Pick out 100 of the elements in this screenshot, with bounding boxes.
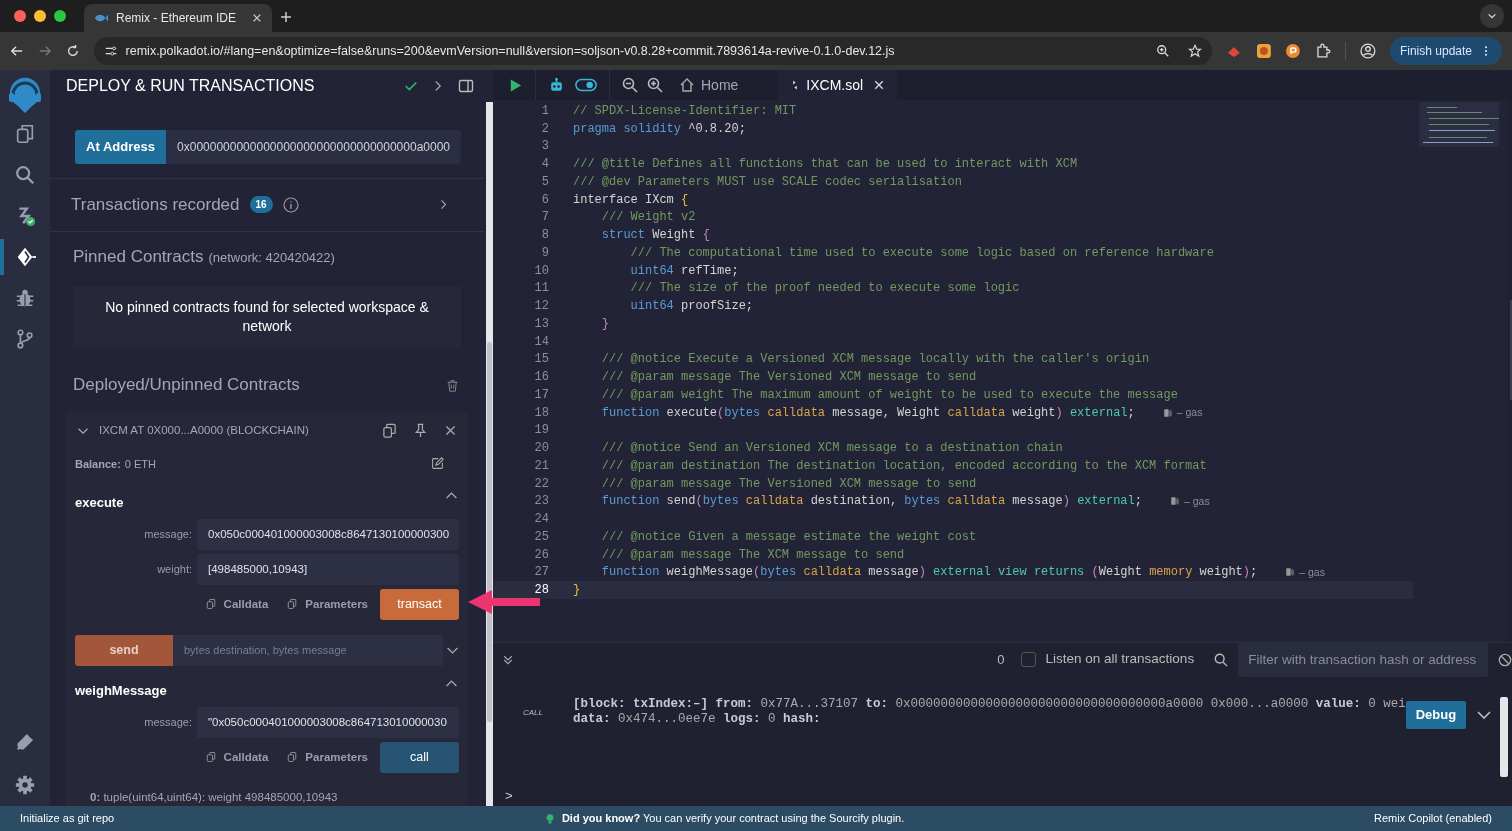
code-line: function weighMessage(bytes calldata message) external view returns (Weight memory weight); [600, 564, 1258, 582]
count-badge: 16 [249, 196, 273, 214]
code-line: /// The computational time used to execute some logic based on reference hardware [629, 244, 1214, 262]
debug-button[interactable]: Debug [1405, 700, 1467, 729]
line-number: 9 [540, 244, 549, 262]
copilot-status[interactable]: Remix Copilot (enabled) [1374, 810, 1492, 827]
line-number: 21 [533, 457, 549, 475]
line-number: 28 [533, 582, 549, 600]
line-number: 5 [540, 173, 549, 191]
line-number: 10 [533, 262, 549, 280]
field-label: weight: [156, 562, 193, 577]
status-text[interactable]: Initialize as git repo [20, 810, 115, 827]
call-button[interactable]: call [380, 741, 459, 773]
code-line: /// @param message The Versioned XCM message to send [600, 475, 977, 493]
editor-tab[interactable]: Home [667, 70, 779, 100]
code-line: /// @param weight The maximum amount of weight to be used to execute the message [600, 386, 1178, 404]
gas-estimate: – gas [1183, 493, 1210, 509]
input-field[interactable]: "0x050c000401000003008c864713010000030 [197, 706, 459, 738]
line-number: 7 [540, 209, 549, 227]
code-line: /// @param destination The destination location, encoded according to the XCM format [600, 457, 1207, 475]
line-number: 8 [540, 227, 549, 245]
field-label: message: [143, 715, 193, 730]
code-line: // SPDX-License-Identifier: MIT [573, 102, 797, 120]
code-line: function send(bytes calldata destination, bytes calldata message) external; [600, 493, 1142, 511]
line-number: 17 [533, 386, 549, 404]
code-line: /// @param message The XCM message to send [600, 546, 905, 564]
terminal-prompt: > [505, 787, 513, 806]
line-number: 15 [533, 351, 549, 369]
balance-value: 0 ETH [124, 456, 158, 472]
log-tag: CALL [493, 696, 573, 777]
balance-label: Balance: [75, 456, 121, 472]
input-field[interactable]: bytes destination, bytes message [173, 634, 443, 666]
line-number: 12 [533, 298, 549, 316]
transact-button[interactable]: send [75, 634, 173, 666]
function-name: weighMessage [75, 682, 168, 700]
line-number: 3 [540, 138, 549, 156]
section-title: Pinned Contracts [73, 245, 204, 268]
line-number: 18 [533, 404, 549, 422]
function-name: execute [75, 494, 125, 512]
url-text: remix.polkadot.io/#lang=en&optimize=false&runs=200&evmVersion=null&version=soljson-v0.8.28+commit.7893614a-revive-0.1.0-dev.12.js [125, 42, 896, 60]
log-line: data: 0x474...0ee7e logs: 0 hash: [573, 711, 821, 727]
function-output: 0: tuple(uint64,uint64): weight 498485000,10943 [89, 789, 339, 805]
code-line: uint64 refTime; [629, 262, 739, 280]
line-number: 22 [533, 475, 549, 493]
gas-estimate: – gas [1176, 404, 1203, 420]
line-number: 11 [533, 280, 549, 298]
transaction-count: 0 [997, 650, 1005, 669]
field-label: message: [143, 527, 193, 542]
editor-tab[interactable]: IXCM.sol [778, 70, 898, 100]
code-line: /// @notice Send an Versioned XCM message to a destination chain [600, 440, 1063, 458]
line-number: 1 [540, 102, 549, 120]
input-field[interactable]: 0x050c000401000003008c8647130100000300 [197, 518, 459, 550]
network-label: (network: 420420422) [208, 248, 335, 267]
code-line: /// @param message The Versioned XCM message to send [600, 369, 977, 387]
code-line: function execute(bytes calldata message, Weight calldata weight) external; [600, 404, 1135, 422]
tab-title: Remix - Ethereum IDE [116, 10, 238, 27]
line-number: 2 [540, 120, 549, 138]
line-number: 19 [533, 422, 549, 440]
code-line: /// Weight v2 [600, 209, 696, 227]
empty-message: No pinned contracts found for selected workspace & network [104, 298, 430, 337]
code-line: interface IXcm { [573, 191, 689, 209]
code-line: /// @notice Execute a Versioned XCM message locally with the caller's origin [600, 351, 1150, 369]
line-number: 16 [533, 369, 549, 387]
finish-update-button[interactable]: Finish update [1389, 37, 1502, 65]
tab-label: IXCM.sol [806, 75, 864, 95]
gas-estimate: – gas [1299, 564, 1325, 580]
line-number: 23 [533, 493, 549, 511]
line-number: 25 [533, 528, 549, 546]
line-number: 14 [533, 333, 549, 351]
line-number: 4 [540, 156, 549, 174]
section-title: Deployed/Unpinned Contracts [73, 374, 301, 397]
line-number: 20 [533, 440, 549, 458]
calldata-button[interactable]: Calldata [198, 588, 275, 620]
browser-tab[interactable]: Remix - Ethereum IDE [84, 4, 272, 32]
tab-label: Home [701, 75, 739, 95]
line-number: 24 [533, 511, 549, 529]
code-line: /// @title Defines all functions that can be used to interact with XCM [573, 156, 1078, 174]
code-line: uint64 proofSize; [629, 298, 754, 316]
checkbox-label: Listen on all transactions [1045, 650, 1195, 669]
code-line: /// @dev Parameters MUST use SCALE codec serialisation [573, 173, 962, 191]
input-field[interactable]: [498485000,10943] [197, 553, 459, 585]
code-line: /// @notice Given a message estimate the weight cost [600, 528, 977, 546]
parameters-button[interactable]: Parameters [280, 588, 374, 620]
code-line: struct Weight { [600, 227, 710, 245]
contract-title: IXCM AT 0X000...A0000 (BLOCKCHAIN) [99, 423, 310, 439]
line-number: 26 [533, 546, 549, 564]
code-line: } [600, 315, 609, 333]
calldata-button[interactable]: Calldata [198, 741, 275, 773]
log-line: [block: txIndex:–] from: 0x77A...37107 to: 0x0000000000000000000000000000000000a0000 0x000...a0000 value: 0 wei [573, 696, 1406, 712]
filter-field[interactable]: Filter with transaction hash or address [1238, 642, 1489, 677]
panel-title: DEPLOY & RUN TRANSACTIONS [66, 76, 316, 96]
transact-button[interactable]: transact [380, 588, 459, 620]
address-field[interactable]: 0x0000000000000000000000000000000000a0000 [166, 130, 461, 164]
code-line: } [573, 582, 581, 600]
address-bar[interactable]: remix.polkadot.io/#lang=en&optimize=false&runs=200&evmVersion=null&version=soljson-v0.8.28+commit.7893614a-revive-0.1.0-dev.12.js [93, 37, 1212, 65]
line-number: 6 [540, 191, 549, 209]
at-address-button[interactable]: At Address [75, 130, 167, 164]
code-line: pragma solidity ^0.8.20; [573, 120, 746, 138]
line-number: 27 [533, 564, 549, 582]
parameters-button[interactable]: Parameters [280, 741, 374, 773]
